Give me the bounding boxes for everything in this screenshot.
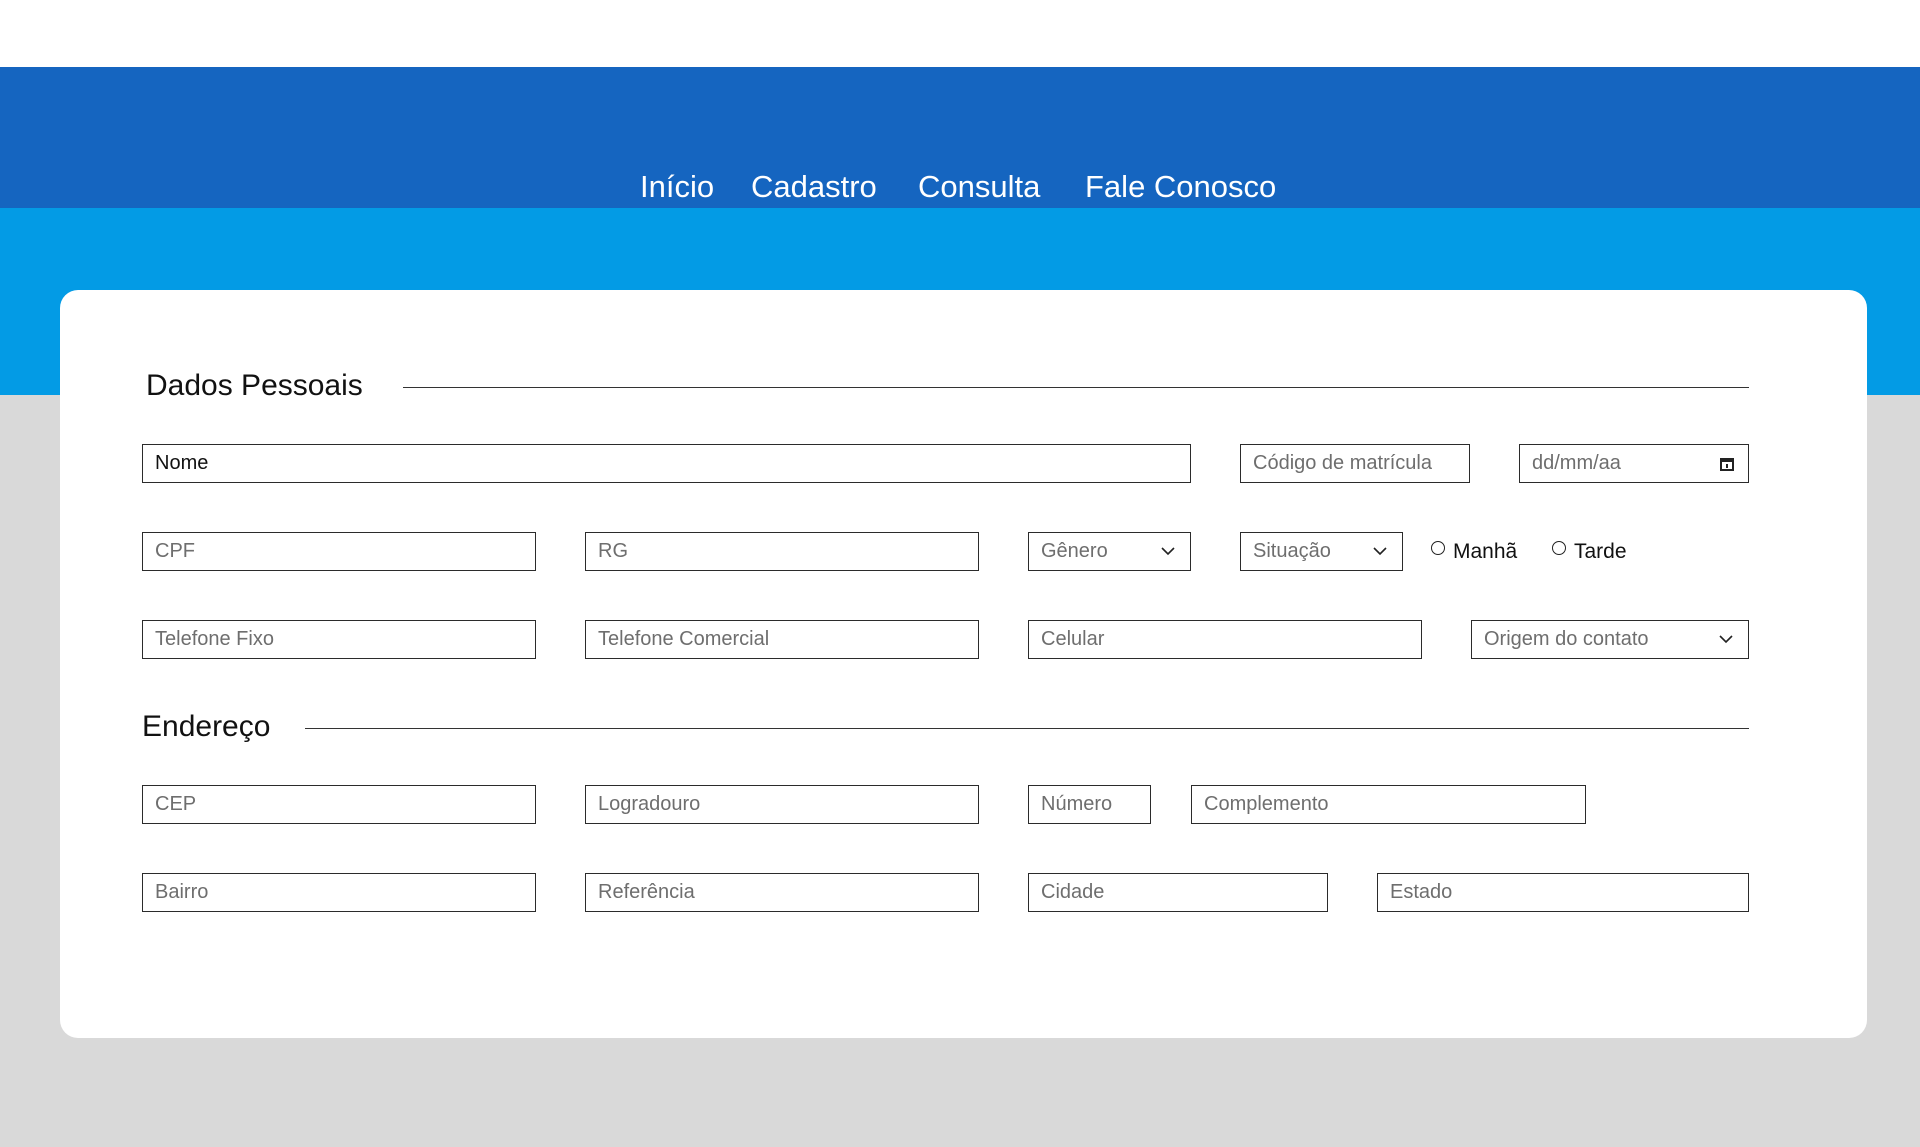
section-divider-personal	[403, 387, 1749, 388]
radio-label-tarde: Tarde	[1574, 540, 1627, 563]
section-divider-address	[305, 728, 1749, 729]
referencia-field[interactable]	[585, 873, 979, 912]
calendar-icon[interactable]	[1719, 456, 1735, 472]
rg-field[interactable]	[585, 532, 979, 571]
date-field[interactable]	[1519, 444, 1749, 483]
telefone-comercial-field[interactable]	[585, 620, 979, 659]
origem-contato-select-label: Origem do contato	[1484, 628, 1649, 650]
cep-field[interactable]	[142, 785, 536, 824]
origem-contato-select[interactable]: Origem do contato	[1471, 620, 1749, 659]
estado-field[interactable]	[1377, 873, 1749, 912]
radio-tarde[interactable]: Tarde	[1552, 537, 1627, 567]
nav-item-consulta[interactable]: Consulta	[918, 167, 1040, 207]
telefone-fixo-field[interactable]	[142, 620, 536, 659]
bairro-field[interactable]	[142, 873, 536, 912]
situacao-select[interactable]: Situação	[1240, 532, 1403, 571]
top-strip	[0, 0, 1920, 67]
radio-manha[interactable]: Manhã	[1431, 537, 1517, 567]
genero-select-label: Gênero	[1041, 540, 1108, 562]
nav-item-cadastro[interactable]: Cadastro	[751, 167, 877, 207]
logradouro-field[interactable]	[585, 785, 979, 824]
situacao-select-label: Situação	[1253, 540, 1331, 562]
genero-select[interactable]: Gênero	[1028, 532, 1191, 571]
radio-circle-tarde[interactable]	[1552, 541, 1566, 555]
codigo-matricula-field[interactable]	[1240, 444, 1470, 483]
nav-item-fale-conosco[interactable]: Fale Conosco	[1085, 167, 1276, 207]
chevron-down-icon	[1719, 635, 1733, 644]
nome-field[interactable]	[142, 444, 1191, 483]
celular-field[interactable]	[1028, 620, 1422, 659]
radio-circle-manha[interactable]	[1431, 541, 1445, 555]
radio-label-manha: Manhã	[1453, 540, 1518, 563]
cidade-field[interactable]	[1028, 873, 1328, 912]
section-title-personal: Dados Pessoais	[146, 369, 363, 402]
section-title-address: Endereço	[142, 710, 271, 743]
chevron-down-icon	[1373, 547, 1387, 556]
date-field-wrapper	[1519, 444, 1749, 483]
complemento-field[interactable]	[1191, 785, 1586, 824]
chevron-down-icon	[1161, 547, 1175, 556]
numero-field[interactable]	[1028, 785, 1151, 824]
nav-item-inicio[interactable]: Início	[640, 167, 714, 207]
cpf-field[interactable]	[142, 532, 536, 571]
